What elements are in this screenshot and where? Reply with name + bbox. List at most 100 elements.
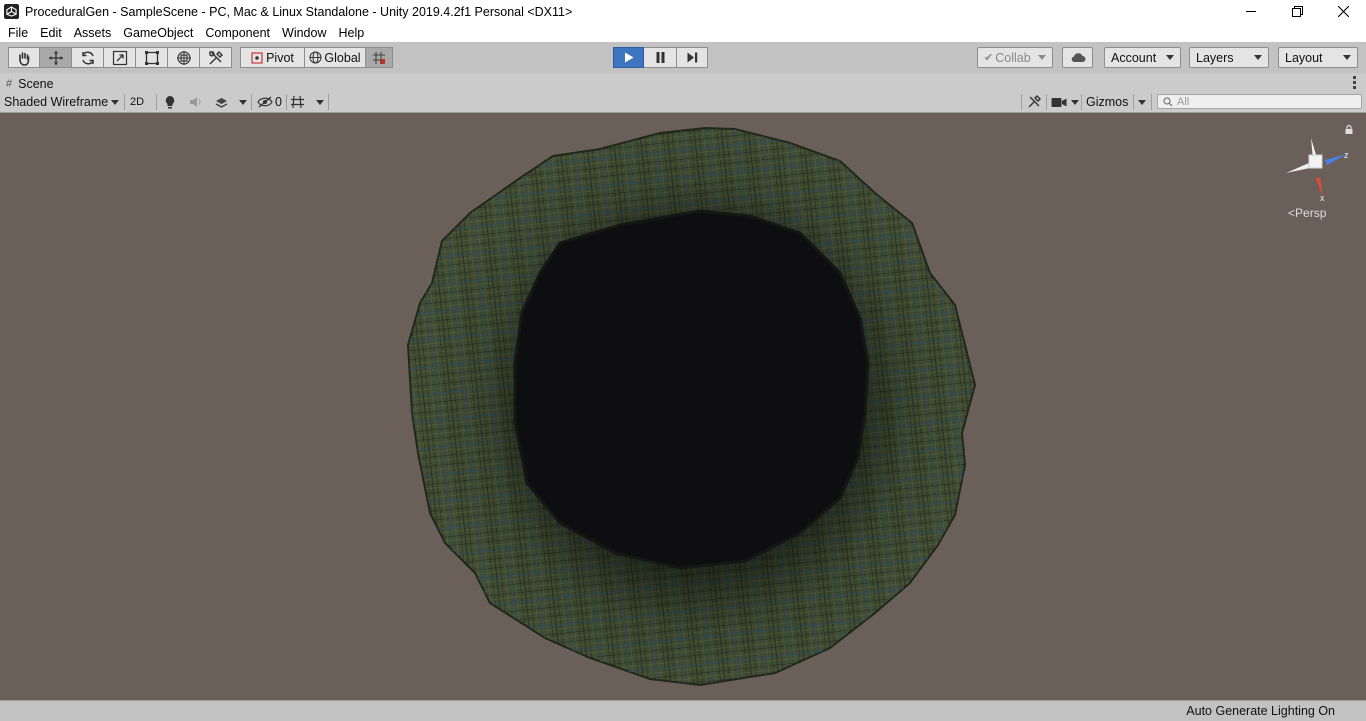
grid-snap-icon xyxy=(373,51,385,64)
scene-tab-label: Scene xyxy=(18,76,54,91)
lock-icon[interactable] xyxy=(1345,125,1353,134)
account-group: Account xyxy=(1104,47,1181,68)
menu-window[interactable]: Window xyxy=(276,26,332,40)
cloud-icon xyxy=(1071,53,1085,62)
persp-arrow-icon: < xyxy=(1288,206,1296,220)
move-tool-icon xyxy=(48,50,63,65)
main-toolbar: Pivot Global ✔ Collab Account Layers Lay… xyxy=(0,42,1366,73)
rect-tool-icon xyxy=(144,50,159,65)
step-button[interactable] xyxy=(677,47,708,68)
move-tool-button[interactable] xyxy=(40,47,72,68)
pivot-label: Pivot xyxy=(266,50,294,65)
scale-tool-icon xyxy=(112,50,127,65)
gizmo-z-label: z xyxy=(1344,150,1349,160)
restore-button[interactable] xyxy=(1274,0,1320,23)
procedural-terrain-mesh xyxy=(406,125,977,687)
scene-tab-bar: # Scene xyxy=(0,73,1366,93)
gizmo-x-label: x xyxy=(1320,193,1325,203)
cloud-group xyxy=(1062,47,1093,68)
layout-group: Layout xyxy=(1278,47,1358,68)
close-button[interactable] xyxy=(1320,0,1366,23)
hidden-objects-icon xyxy=(257,96,273,108)
mode-2d-label: 2D xyxy=(130,96,145,108)
hand-tool-button[interactable] xyxy=(8,47,40,68)
audio-toggle[interactable] xyxy=(189,93,203,111)
lighting-status[interactable]: Auto Generate Lighting On xyxy=(1186,704,1335,718)
menu-component[interactable]: Component xyxy=(199,26,276,40)
play-icon xyxy=(624,52,633,63)
effects-icon xyxy=(215,97,228,108)
projection-toggle[interactable]: <Persp xyxy=(1288,206,1326,220)
effects-dropdown[interactable] xyxy=(239,93,247,111)
search-placeholder: All xyxy=(1177,95,1190,108)
pause-button[interactable] xyxy=(644,47,677,68)
layout-label: Layout xyxy=(1285,50,1323,65)
status-bar: Auto Generate Lighting On xyxy=(0,700,1366,721)
custom-tool-icon xyxy=(208,50,223,64)
gizmos-caret[interactable] xyxy=(1138,93,1146,111)
transform-tool-button[interactable] xyxy=(168,47,200,68)
window-title: ProceduralGen - SampleScene - PC, Mac & … xyxy=(25,4,573,19)
grid-icon xyxy=(291,95,304,109)
rotate-tool-button[interactable] xyxy=(72,47,104,68)
menu-gameobject[interactable]: GameObject xyxy=(117,26,199,40)
minimize-button[interactable] xyxy=(1228,0,1274,23)
grid-snap-button[interactable] xyxy=(366,47,393,68)
grid-toggle[interactable] xyxy=(290,93,305,111)
scene-controls: Shaded Wireframe 2D 0 Gizmos All xyxy=(0,92,1366,113)
gizmos-dropdown[interactable]: Gizmos xyxy=(1086,93,1128,111)
rotate-tool-icon xyxy=(81,51,94,64)
toggle-2d-button[interactable]: 2D xyxy=(130,93,144,111)
play-button[interactable] xyxy=(613,47,644,68)
tab-menu-icon[interactable] xyxy=(1353,76,1356,91)
rect-tool-button[interactable] xyxy=(136,47,168,68)
collab-group: ✔ Collab xyxy=(977,47,1053,68)
collab-label: Collab xyxy=(995,50,1031,65)
transform-tools xyxy=(8,47,232,68)
menu-help[interactable]: Help xyxy=(332,26,370,40)
layers-dropdown[interactable]: Layers xyxy=(1189,47,1269,68)
gizmos-label: Gizmos xyxy=(1086,95,1129,109)
handle-toggles: Pivot Global xyxy=(240,47,393,68)
search-icon xyxy=(1163,96,1173,106)
hidden-count: 0 xyxy=(275,95,282,109)
transform-tool-icon xyxy=(176,50,191,65)
cloud-button[interactable] xyxy=(1062,47,1093,68)
tab-scene[interactable]: # Scene xyxy=(6,75,54,92)
hidden-objects-toggle[interactable]: 0 xyxy=(257,93,282,111)
unity-logo-icon xyxy=(4,4,19,19)
menu-bar: File Edit Assets GameObject Component Wi… xyxy=(0,23,1366,42)
light-icon xyxy=(165,96,175,109)
account-label: Account xyxy=(1111,50,1157,65)
menu-edit[interactable]: Edit xyxy=(34,26,68,40)
draw-mode-dropdown[interactable]: Shaded Wireframe xyxy=(4,93,120,111)
audio-icon xyxy=(190,97,201,107)
collab-dropdown[interactable]: ✔ Collab xyxy=(977,47,1053,68)
layout-dropdown[interactable]: Layout xyxy=(1278,47,1358,68)
hierarchy-search-input[interactable]: All xyxy=(1157,94,1362,109)
step-icon xyxy=(687,52,697,63)
camera-settings-button[interactable] xyxy=(1051,93,1079,111)
effects-toggle[interactable] xyxy=(214,93,229,111)
grid-dropdown[interactable] xyxy=(316,93,324,111)
account-dropdown[interactable]: Account xyxy=(1104,47,1181,68)
lighting-toggle[interactable] xyxy=(164,93,176,111)
hand-tool-icon xyxy=(19,51,30,66)
camera-icon xyxy=(1051,97,1067,107)
playback-controls xyxy=(613,47,708,68)
tools-icon xyxy=(1028,95,1041,108)
scale-tool-button[interactable] xyxy=(104,47,136,68)
menu-file[interactable]: File xyxy=(0,26,34,40)
global-label: Global xyxy=(324,50,361,65)
scene-tab-icon: # xyxy=(6,77,13,90)
global-toggle[interactable]: Global xyxy=(305,47,366,68)
title-bar: ProceduralGen - SampleScene - PC, Mac & … xyxy=(0,0,1366,23)
menu-assets[interactable]: Assets xyxy=(68,26,118,40)
pivot-toggle[interactable]: Pivot xyxy=(240,47,305,68)
scene-viewport[interactable]: z x <Persp xyxy=(0,113,1366,700)
layers-label: Layers xyxy=(1196,50,1234,65)
draw-mode-label: Shaded Wireframe xyxy=(4,95,109,109)
layers-group: Layers xyxy=(1189,47,1269,68)
scene-tools-button[interactable] xyxy=(1027,93,1041,111)
custom-tool-button[interactable] xyxy=(200,47,232,68)
